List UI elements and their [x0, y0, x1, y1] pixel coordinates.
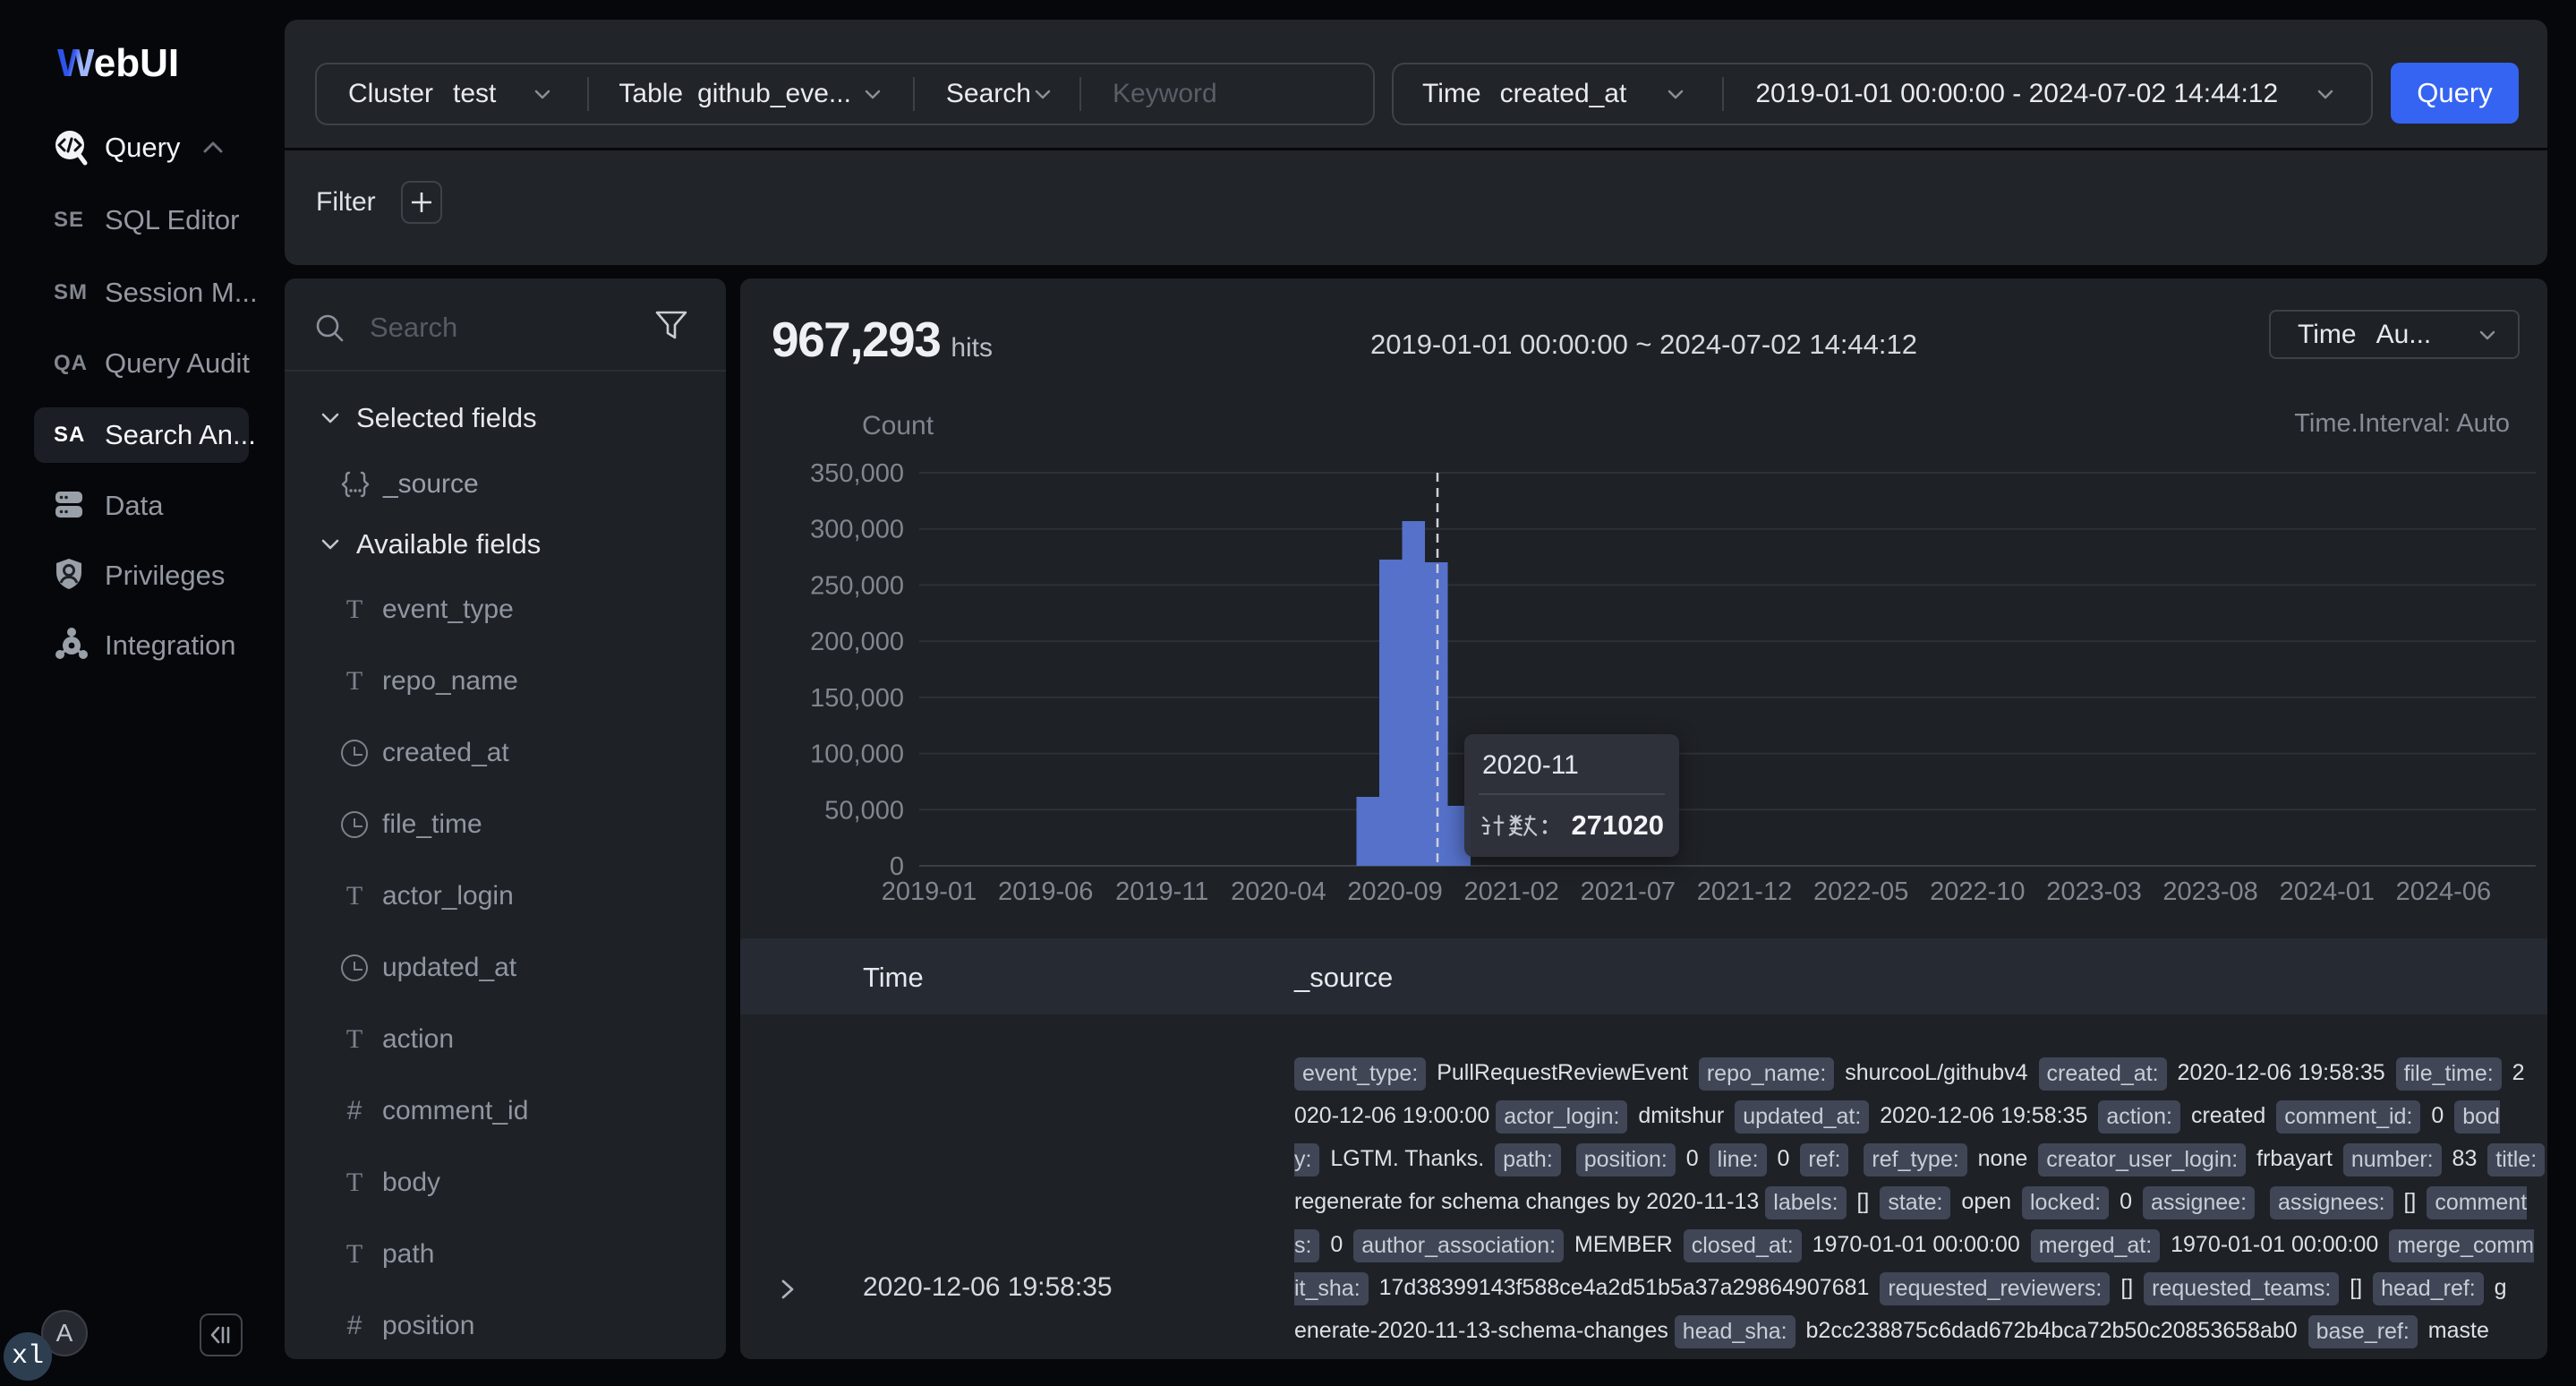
- svg-text:2019-06: 2019-06: [998, 877, 1093, 906]
- svg-text:100,000: 100,000: [810, 740, 904, 769]
- svg-text:150,000: 150,000: [810, 684, 904, 713]
- svg-text:250,000: 250,000: [810, 571, 904, 600]
- svg-text:2024-01: 2024-01: [2280, 877, 2375, 906]
- svg-text:2022-10: 2022-10: [1930, 877, 2025, 906]
- svg-text:2023-03: 2023-03: [2046, 877, 2141, 906]
- svg-text:2019-11: 2019-11: [1115, 877, 1208, 906]
- svg-text:300,000: 300,000: [810, 516, 904, 544]
- svg-text:350,000: 350,000: [810, 459, 904, 488]
- svg-text:2021-12: 2021-12: [1697, 877, 1792, 906]
- svg-text:50,000: 50,000: [824, 796, 904, 825]
- svg-text:2021-07: 2021-07: [1581, 877, 1676, 906]
- svg-text:2023-08: 2023-08: [2162, 877, 2257, 906]
- svg-text:2020-09: 2020-09: [1347, 877, 1442, 906]
- svg-text:2022-05: 2022-05: [1813, 877, 1908, 906]
- svg-text:200,000: 200,000: [810, 628, 904, 656]
- svg-text:2020-04: 2020-04: [1231, 877, 1326, 906]
- svg-text:2019-01: 2019-01: [882, 877, 977, 906]
- svg-text:2024-06: 2024-06: [2396, 877, 2491, 906]
- svg-text:2021-02: 2021-02: [1463, 877, 1558, 906]
